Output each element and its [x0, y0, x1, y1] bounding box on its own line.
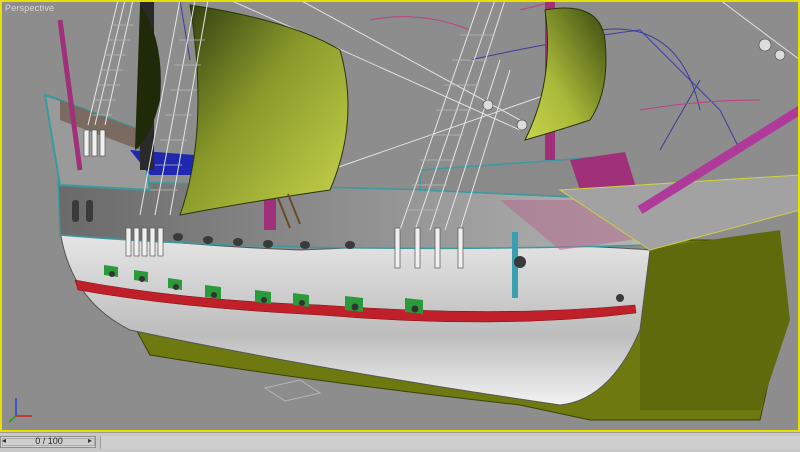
fore-sail [524, 7, 607, 141]
track-bar[interactable] [100, 436, 800, 449]
time-slider[interactable]: 0 / 100 [0, 436, 96, 448]
grid-marker [263, 379, 322, 402]
stern-window [72, 200, 79, 222]
axis-tripod-icon [8, 398, 32, 423]
perspective-viewport[interactable]: Perspective [0, 0, 800, 432]
viewport-label[interactable]: Perspective [5, 3, 54, 13]
stern-window [86, 200, 93, 222]
time-slider-bar: 0 / 100 ◂ ▸ [0, 432, 800, 452]
keel-stern [640, 230, 790, 410]
mizzen-sail [135, 5, 161, 150]
arrow-right-icon[interactable]: ▸ [88, 436, 92, 445]
frame-counter: 0 / 100 [35, 436, 63, 446]
main-sail [179, 4, 349, 216]
ship-scene[interactable] [0, 0, 800, 432]
pulley-blocks [482, 38, 786, 131]
arrow-left-icon[interactable]: ◂ [2, 436, 6, 445]
